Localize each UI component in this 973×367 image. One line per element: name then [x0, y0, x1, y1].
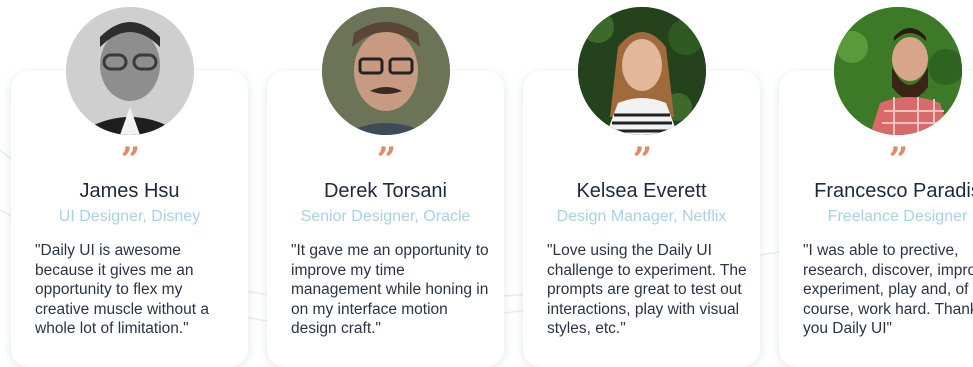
- testimonial-role: UI Designer, Disney: [58, 208, 201, 225]
- testimonial-name: Kelsea Everett: [576, 180, 707, 202]
- testimonial-role: Freelance Designer: [827, 208, 968, 225]
- quote-mark-icon: ”: [888, 140, 909, 180]
- quote-mark-icon: ”: [632, 140, 653, 180]
- quote-mark-icon: ”: [376, 140, 397, 180]
- testimonial-name: Derek Torsani: [323, 180, 448, 202]
- person-avatar: [834, 7, 962, 135]
- person-avatar: [66, 7, 194, 135]
- testimonial-role: Senior Designer, Oracle: [300, 208, 471, 225]
- testimonial-quote: "I was able to prective, research, disco…: [803, 242, 973, 337]
- testimonial-role: Design Manager, Netflix: [556, 208, 727, 225]
- testimonial-quote: "It gave me an opportunity to improve my…: [291, 242, 489, 337]
- person-avatar: [578, 7, 706, 135]
- testimonial-name: Francesco Paradis: [814, 180, 973, 202]
- person-avatar: [322, 7, 450, 135]
- testimonial-quote: "Daily UI is awesome because it gives me…: [35, 242, 210, 337]
- testimonial-name: James Hsu: [79, 180, 180, 202]
- quote-mark-icon: ”: [120, 140, 141, 180]
- testimonial-quote: "Love using the Daily UI challenge to ex…: [547, 242, 747, 337]
